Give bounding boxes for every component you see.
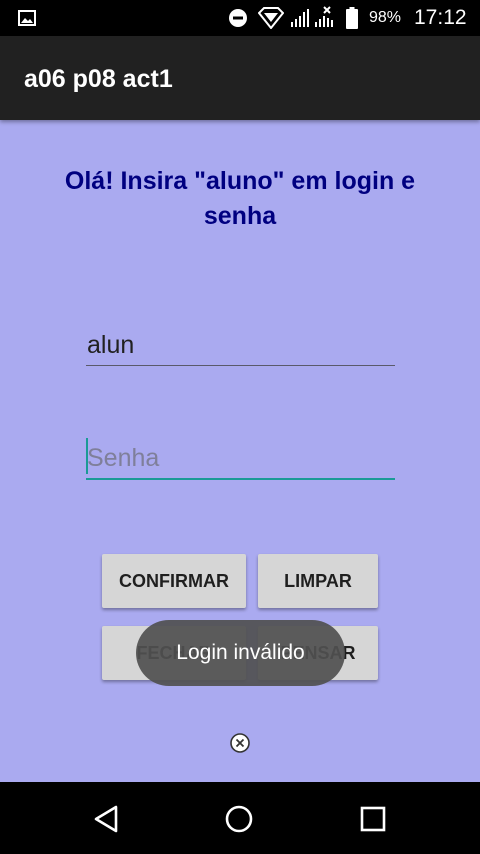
home-icon[interactable] xyxy=(224,804,254,834)
navigation-bar xyxy=(0,782,480,854)
text-cursor xyxy=(86,438,88,474)
back-icon[interactable] xyxy=(92,804,122,834)
wifi-icon xyxy=(258,7,284,29)
battery-percentage: 98% xyxy=(369,9,402,26)
toast-message: Login inválido xyxy=(136,620,345,686)
app-bar: a06 p08 act1 xyxy=(0,36,480,120)
signal-icon xyxy=(291,9,309,27)
do-not-disturb-icon xyxy=(229,9,247,27)
clock: 17:12 xyxy=(414,6,467,29)
battery-icon xyxy=(346,7,358,29)
status-bar: 98% 17:12 xyxy=(0,0,480,36)
login-input[interactable] xyxy=(86,325,395,366)
recent-apps-icon[interactable] xyxy=(360,806,386,832)
password-input[interactable] xyxy=(86,438,395,480)
close-circle-icon[interactable] xyxy=(229,732,251,754)
signal-no-data-icon xyxy=(315,6,333,27)
confirm-button[interactable]: CONFIRMAR xyxy=(102,554,246,608)
clear-button[interactable]: LIMPAR xyxy=(258,554,378,608)
instruction-heading: Olá! Insira "aluno" em login e senha xyxy=(64,167,416,230)
screen: 98% 17:12 a06 p08 act1 Olá! Insira "alun… xyxy=(0,0,480,854)
app-title: a06 p08 act1 xyxy=(24,65,173,93)
gallery-icon xyxy=(18,10,36,26)
